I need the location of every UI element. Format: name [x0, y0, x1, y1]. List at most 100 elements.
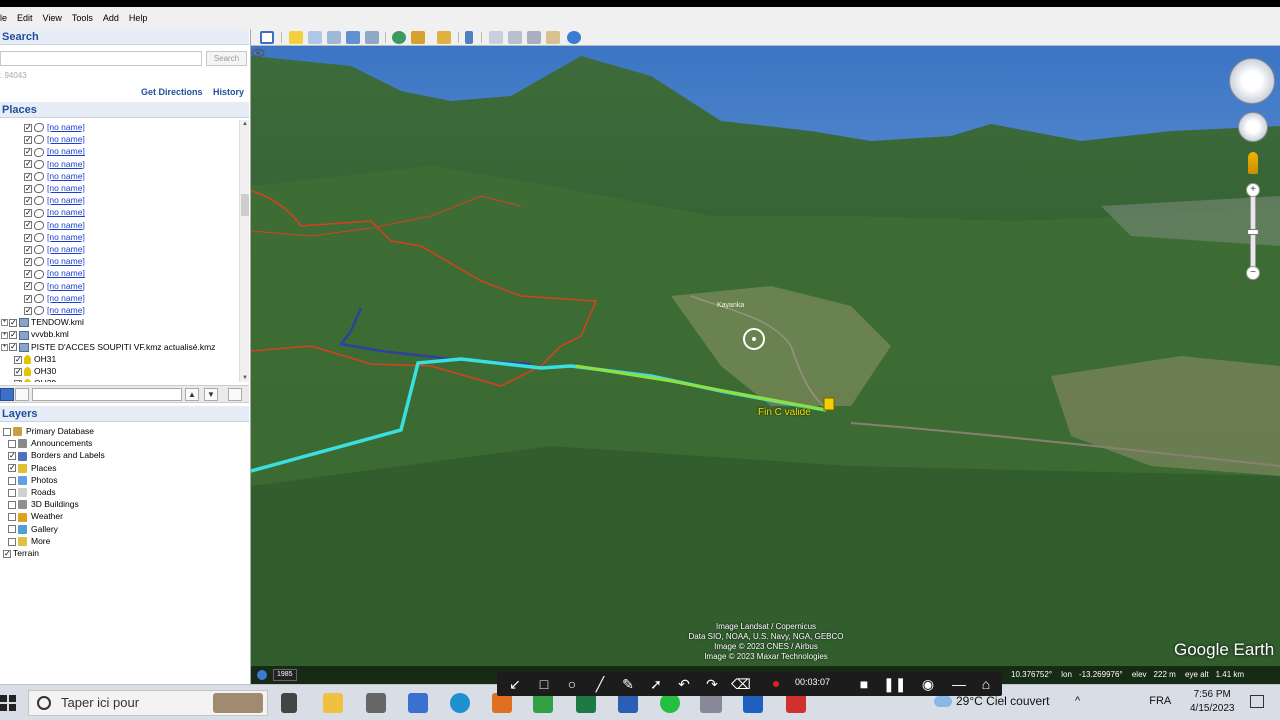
place-checkbox[interactable] — [14, 354, 22, 366]
folder-icon[interactable] — [228, 388, 242, 401]
place-checkbox[interactable] — [24, 183, 32, 195]
look-around-control[interactable] — [1229, 58, 1275, 104]
edge-icon[interactable] — [450, 693, 470, 713]
layer-checkbox[interactable] — [3, 548, 11, 560]
zoom-out-button[interactable]: − — [1246, 266, 1260, 280]
expand-icon[interactable]: + — [1, 331, 8, 339]
place-item[interactable]: [no name] — [24, 304, 85, 317]
redo-icon[interactable]: ↷ — [703, 675, 721, 693]
place-item[interactable]: [no name] — [24, 243, 85, 256]
minimize-icon[interactable]: — — [950, 675, 968, 693]
place-checkbox[interactable] — [24, 293, 32, 305]
pause-icon[interactable]: ❚❚ — [883, 675, 906, 693]
layer-item[interactable]: Borders and Labels — [8, 449, 105, 462]
search-button[interactable]: Search — [206, 51, 247, 66]
place-item[interactable]: [no name] — [24, 231, 85, 244]
earth-view[interactable]: Kayanka Fin C valide Image Landsat / Cop… — [251, 46, 1280, 684]
layer-checkbox[interactable] — [8, 450, 16, 462]
email-button[interactable] — [489, 31, 503, 44]
placemark-item[interactable]: OH31 — [14, 353, 56, 366]
excel-icon[interactable] — [576, 693, 596, 713]
layer-item[interactable]: More — [8, 535, 50, 547]
qgis-icon[interactable] — [533, 693, 553, 713]
layer-label[interactable]: 3D Buildings — [31, 499, 79, 509]
kml-file-item[interactable]: + vvvbb.kml — [1, 328, 69, 341]
ruler-button[interactable] — [465, 31, 473, 44]
places-header[interactable]: Places — [0, 102, 249, 118]
place-item-label[interactable]: [no name] — [47, 305, 85, 315]
zoom-in-button[interactable]: + — [1246, 183, 1260, 197]
layer-checkbox[interactable] — [8, 500, 16, 509]
earth-button[interactable] — [567, 31, 581, 44]
place-checkbox[interactable] — [9, 341, 17, 353]
scroll-thumb[interactable] — [241, 194, 249, 216]
place-checkbox[interactable] — [24, 256, 32, 268]
placemark-label[interactable]: OH31 — [34, 354, 56, 364]
place-item-label[interactable]: [no name] — [47, 122, 85, 132]
layer-item[interactable]: Weather — [8, 510, 63, 522]
search-places-icon[interactable] — [0, 388, 14, 401]
place-checkbox[interactable] — [14, 366, 22, 378]
placemark-label[interactable]: Fin C valide — [758, 407, 811, 418]
search-input[interactable] — [0, 51, 202, 66]
place-checkbox[interactable] — [24, 134, 32, 146]
layer-label[interactable]: Primary Database — [26, 426, 94, 436]
app-gray-icon[interactable] — [700, 693, 722, 713]
move-up-icon[interactable]: ▲ — [185, 388, 199, 401]
home-icon[interactable]: ⌂ — [977, 675, 995, 693]
store-icon[interactable] — [408, 693, 428, 713]
placemark-button[interactable] — [289, 31, 303, 44]
language-indicator[interactable]: FRA — [1149, 695, 1171, 707]
history-link[interactable]: History — [213, 87, 244, 97]
maps-button[interactable] — [546, 31, 560, 44]
placemark-item[interactable]: OH29 — [14, 377, 56, 382]
place-checkbox[interactable] — [9, 329, 17, 341]
place-item-label[interactable]: [no name] — [47, 195, 85, 205]
place-item[interactable]: [no name] — [24, 182, 85, 195]
place-checkbox[interactable] — [24, 232, 32, 244]
place-item[interactable]: [no name] — [24, 280, 85, 292]
layer-checkbox[interactable] — [8, 525, 16, 534]
layer-item[interactable]: Primary Database — [3, 425, 94, 437]
camera-icon[interactable] — [366, 693, 386, 713]
menu-tools[interactable]: Tools — [67, 13, 98, 23]
print-button[interactable] — [508, 31, 522, 44]
place-item[interactable]: [no name] — [24, 267, 85, 280]
place-checkbox[interactable] — [24, 158, 32, 170]
place-item[interactable]: [no name] — [24, 121, 85, 134]
place-item[interactable]: [no name] — [24, 219, 85, 231]
layer-label[interactable]: Borders and Labels — [31, 450, 105, 460]
place-item[interactable]: [no name] — [24, 170, 85, 183]
layer-label[interactable]: Roads — [31, 487, 56, 497]
pen-tool-icon[interactable]: ✎ — [619, 675, 637, 693]
place-item-label[interactable]: [no name] — [47, 293, 85, 303]
path-button[interactable] — [327, 31, 341, 44]
layer-label[interactable]: Announcements — [31, 438, 92, 448]
arrow-tool-icon[interactable]: ↙ — [506, 675, 524, 693]
kml-file-label[interactable]: vvvbb.kml — [31, 329, 69, 339]
placemark-pin-icon[interactable] — [823, 397, 835, 411]
weather-widget[interactable]: 29°C Ciel couvert — [934, 694, 1050, 708]
windows-start-icon[interactable] — [0, 695, 16, 711]
scroll-down-icon[interactable]: ▼ — [242, 375, 248, 381]
historical-imagery-button[interactable] — [392, 31, 406, 44]
place-checkbox[interactable] — [14, 378, 22, 382]
placemark-label[interactable]: OH29 — [34, 378, 56, 382]
place-item[interactable]: [no name] — [24, 255, 85, 268]
scroll-up-icon[interactable]: ▲ — [242, 121, 248, 127]
whatsapp-icon[interactable] — [660, 693, 680, 713]
layer-label[interactable]: Places — [31, 463, 57, 473]
layer-item[interactable]: Places — [8, 462, 57, 474]
place-checkbox[interactable] — [24, 244, 32, 256]
circle-tool-icon[interactable]: ○ — [563, 675, 581, 693]
place-item[interactable]: [no name] — [24, 194, 85, 207]
layer-item[interactable]: Photos — [8, 474, 57, 486]
place-checkbox[interactable] — [24, 305, 32, 317]
place-item-label[interactable]: [no name] — [47, 281, 85, 291]
layer-checkbox[interactable] — [8, 513, 16, 522]
app-orange-icon[interactable] — [492, 693, 512, 713]
overlay-button[interactable] — [346, 31, 360, 44]
place-item-label[interactable]: [no name] — [47, 134, 85, 144]
place-item-label[interactable]: [no name] — [47, 256, 85, 266]
kml-file-item[interactable]: + TENDOW.kml — [1, 316, 84, 329]
